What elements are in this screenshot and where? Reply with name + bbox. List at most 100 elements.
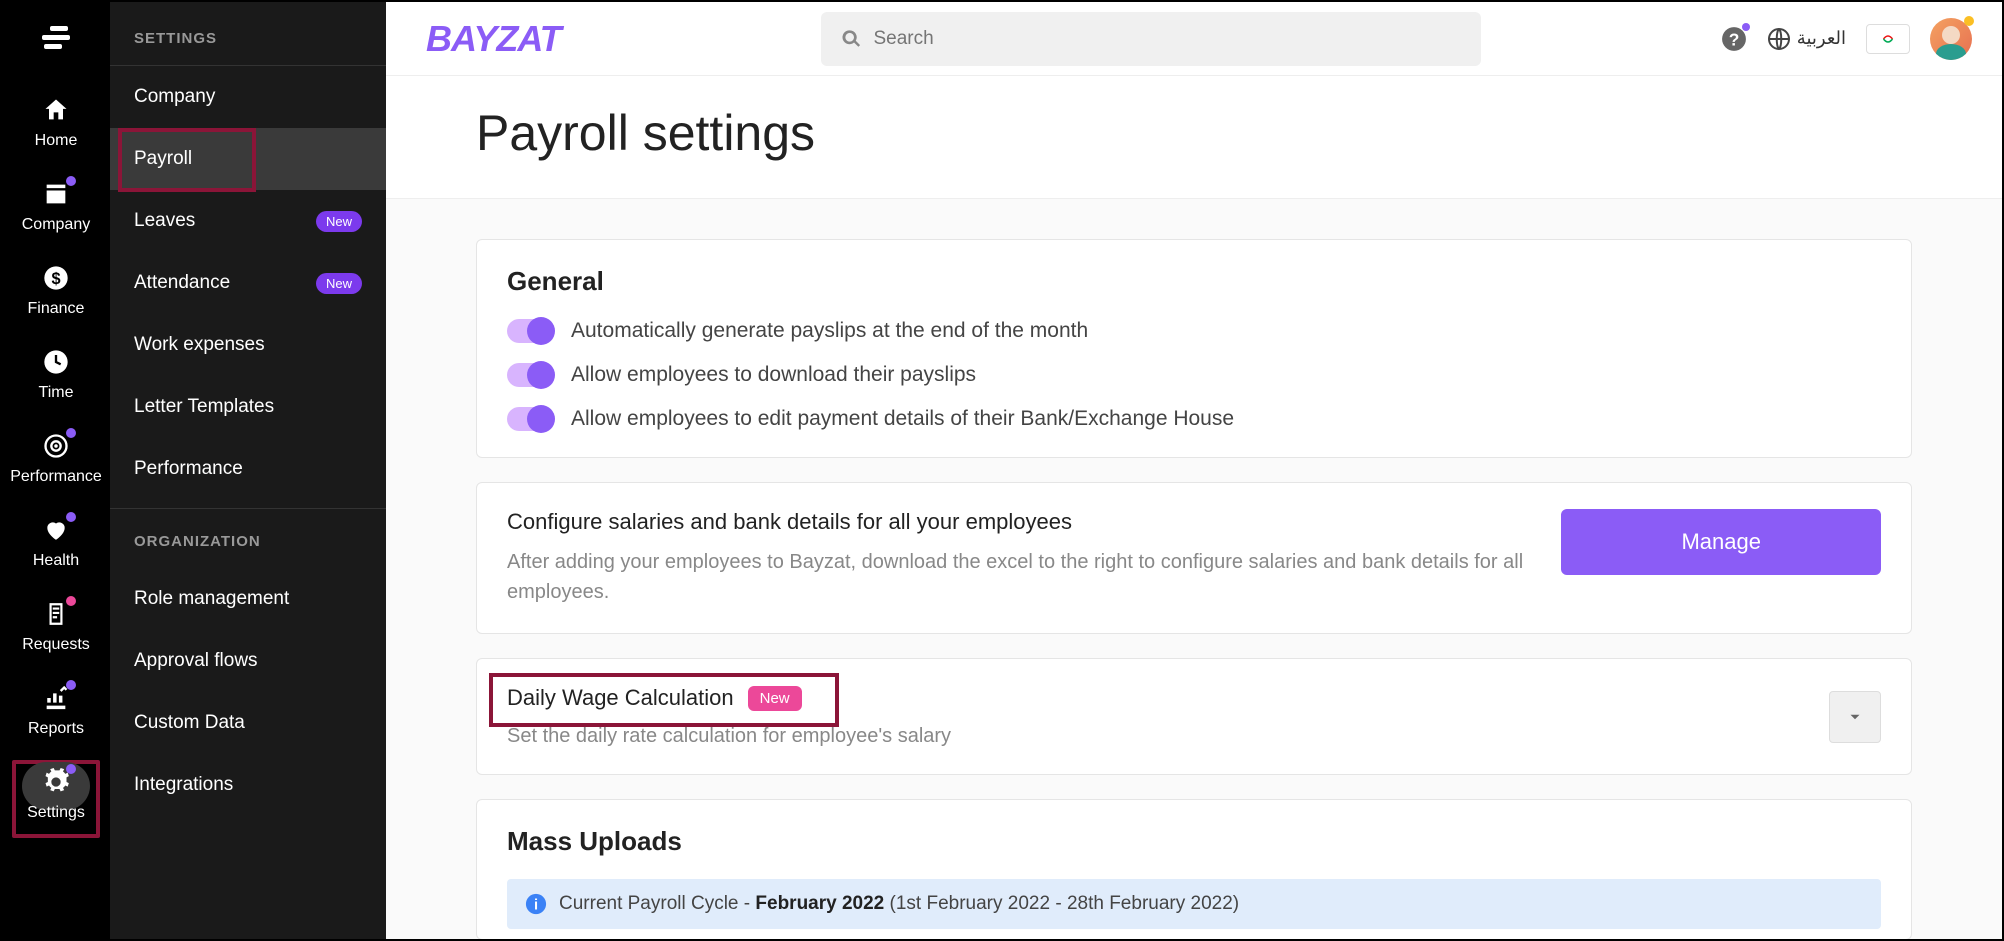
toggle-label: Automatically generate payslips at the e… <box>571 319 1088 343</box>
rail-item-settings[interactable]: Settings <box>2 754 110 838</box>
rail-label: Finance <box>28 300 85 318</box>
toggle-switch[interactable] <box>507 319 553 343</box>
info-prefix: Current Payroll Cycle - <box>559 893 755 914</box>
hamburger-icon[interactable] <box>36 22 76 52</box>
sidebar-item-integrations[interactable]: Integrations <box>110 754 386 816</box>
expand-button[interactable] <box>1829 691 1881 743</box>
chart-icon <box>40 682 72 714</box>
company-logo[interactable] <box>1866 24 1910 54</box>
sidebar-label: Attendance <box>134 272 230 294</box>
rail-label: Health <box>33 552 79 570</box>
sidebar-item-leaves[interactable]: Leaves New <box>110 190 386 252</box>
sidebar-label: Letter Templates <box>134 396 274 418</box>
rail-item-finance[interactable]: $ Finance <box>2 250 110 334</box>
card-desc: After adding your employees to Bayzat, d… <box>507 547 1531 607</box>
rail-label: Performance <box>10 468 102 486</box>
brand-logo[interactable]: BAYZAT <box>426 18 561 60</box>
target-icon <box>40 430 72 462</box>
sidebar-item-performance[interactable]: Performance <box>110 438 386 500</box>
sidebar-item-approval-flows[interactable]: Approval flows <box>110 630 386 692</box>
search-icon <box>841 28 862 50</box>
rail-item-home[interactable]: Home <box>2 82 110 166</box>
sidebar-item-payroll[interactable]: Payroll <box>110 128 386 190</box>
toggle-switch[interactable] <box>507 407 553 431</box>
configure-card: Configure salaries and bank details for … <box>476 482 1912 634</box>
chevron-down-icon <box>1846 708 1864 726</box>
general-card: General Automatically generate payslips … <box>476 239 1912 458</box>
rail-item-performance[interactable]: Performance <box>2 418 110 502</box>
notification-dot <box>66 428 76 438</box>
rail-item-company[interactable]: Company <box>2 166 110 250</box>
sidebar-label: Work expenses <box>134 334 265 356</box>
info-icon: i <box>525 893 547 915</box>
rail-item-requests[interactable]: Requests <box>2 586 110 670</box>
rail-label: Settings <box>27 804 85 822</box>
help-button[interactable]: ? <box>1721 26 1747 52</box>
rail-item-health[interactable]: Health <box>2 502 110 586</box>
icon-rail: Home Company $ Finance Time Performance <box>2 2 110 939</box>
clipboard-icon <box>40 598 72 630</box>
sidebar-heading-settings: SETTINGS <box>110 30 386 65</box>
sidebar-item-role-management[interactable]: Role management <box>110 568 386 630</box>
sidebar-label: Integrations <box>134 774 233 796</box>
mass-uploads-card: Mass Uploads i Current Payroll Cycle - F… <box>476 799 1912 939</box>
sidebar-label: Role management <box>134 588 289 610</box>
sidebar-label: Approval flows <box>134 650 258 672</box>
sidebar-item-letter-templates[interactable]: Letter Templates <box>110 376 386 438</box>
card-title: General <box>507 266 1881 297</box>
clock-icon <box>40 346 72 378</box>
status-dot <box>1964 16 1974 26</box>
company-icon <box>40 178 72 210</box>
notification-dot <box>66 680 76 690</box>
svg-text:?: ? <box>1729 29 1740 49</box>
main-content: Payroll settings General Automatically g… <box>386 76 2002 939</box>
rail-item-reports[interactable]: Reports <box>2 670 110 754</box>
sidebar-label: Performance <box>134 458 243 480</box>
svg-text:$: $ <box>51 270 60 288</box>
rail-label: Requests <box>22 636 90 654</box>
sidebar-item-company[interactable]: Company <box>110 66 386 128</box>
notification-dot <box>66 596 76 606</box>
notification-dot <box>66 176 76 186</box>
info-text: Current Payroll Cycle - February 2022 (1… <box>559 893 1239 915</box>
card-desc: Set the daily rate calculation for emplo… <box>507 725 1809 748</box>
toggle-row-download-payslips: Allow employees to download their paysli… <box>507 363 1881 387</box>
sidebar-item-work-expenses[interactable]: Work expenses <box>110 314 386 376</box>
toggle-label: Allow employees to edit payment details … <box>571 407 1234 431</box>
search-input[interactable] <box>873 28 1460 50</box>
new-badge: New <box>316 211 362 232</box>
sidebar-label: Leaves <box>134 210 195 232</box>
lang-label: العربية <box>1797 28 1846 49</box>
sidebar-label: Company <box>134 86 215 108</box>
rail-item-time[interactable]: Time <box>2 334 110 418</box>
notification-dot <box>66 764 76 774</box>
toggle-switch[interactable] <box>507 363 553 387</box>
sidebar-label: Custom Data <box>134 712 245 734</box>
avatar-button[interactable] <box>1930 18 1972 60</box>
toggle-label: Allow employees to download their paysli… <box>571 363 976 387</box>
daily-wage-card: Daily Wage Calculation New Set the daily… <box>476 658 1912 775</box>
rail-label: Company <box>22 216 90 234</box>
notification-dot <box>1742 23 1750 31</box>
notification-dot <box>66 512 76 522</box>
search-box[interactable] <box>821 12 1481 66</box>
topbar-right: ? العربية <box>1721 18 1972 60</box>
new-badge: New <box>748 686 802 711</box>
sidebar-item-custom-data[interactable]: Custom Data <box>110 692 386 754</box>
language-switch[interactable]: العربية <box>1767 27 1846 51</box>
sidebar-heading-org: ORGANIZATION <box>110 509 386 568</box>
card-title: Configure salaries and bank details for … <box>507 509 1531 535</box>
manage-button[interactable]: Manage <box>1561 509 1881 575</box>
sidebar: SETTINGS Company Payroll Leaves New Atte… <box>110 2 386 939</box>
new-badge: New <box>316 273 362 294</box>
sidebar-item-attendance[interactable]: Attendance New <box>110 252 386 314</box>
page-title: Payroll settings <box>476 104 1912 162</box>
topbar: BAYZAT ? العربية <box>386 2 2002 76</box>
gear-icon <box>40 766 72 798</box>
rail-label: Time <box>39 384 74 402</box>
toggle-row-auto-payslips: Automatically generate payslips at the e… <box>507 319 1881 343</box>
info-banner: i Current Payroll Cycle - February 2022 … <box>507 879 1881 929</box>
toggle-row-edit-payment: Allow employees to edit payment details … <box>507 407 1881 431</box>
page-header: Payroll settings <box>386 76 2002 199</box>
svg-text:i: i <box>534 898 538 914</box>
